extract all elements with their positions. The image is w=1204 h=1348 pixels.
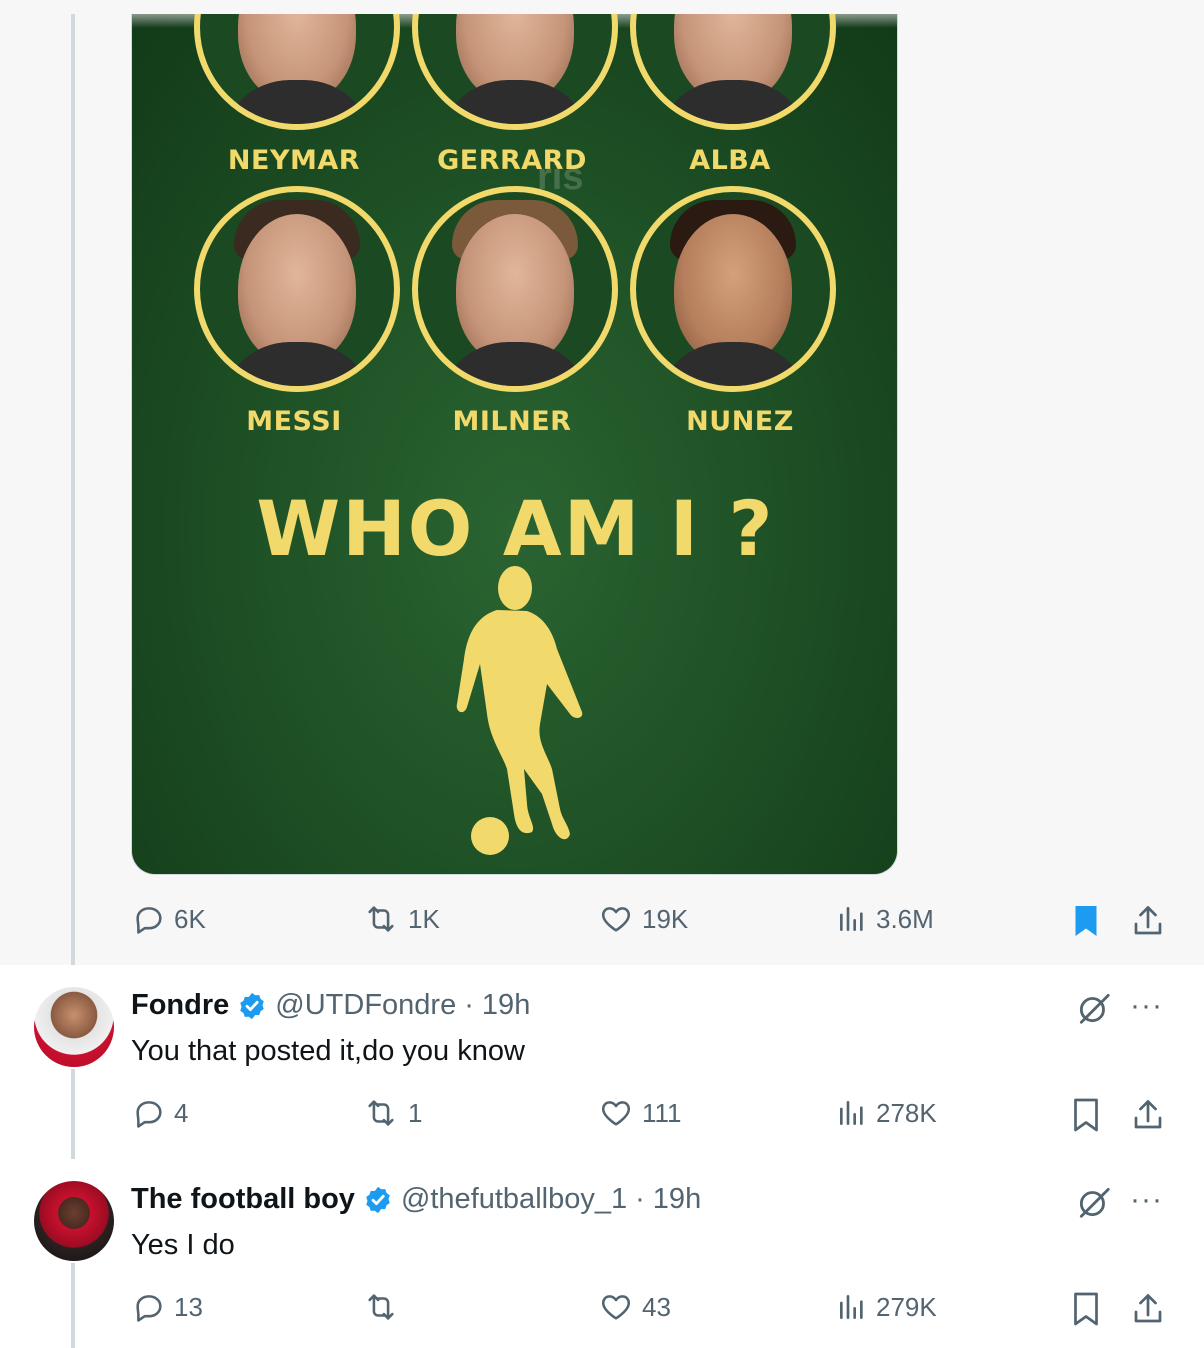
author-handle[interactable]: @UTDFondre: [275, 989, 456, 1022]
grok-icon[interactable]: [1075, 1183, 1113, 1221]
player-portrait: [412, 186, 618, 392]
player-name: NUNEZ: [686, 406, 794, 437]
like-button[interactable]: 111: [598, 1096, 682, 1130]
reply-count: 13: [174, 1291, 203, 1322]
reply-text: Yes I do: [131, 1229, 235, 1261]
share-icon[interactable]: [1130, 1291, 1166, 1327]
like-icon: [601, 907, 631, 932]
repost-icon: [368, 1294, 394, 1320]
repost-count: 1: [408, 1097, 423, 1128]
like-button[interactable]: 19K: [598, 902, 688, 936]
author-name[interactable]: Fondre: [131, 989, 229, 1022]
verified-icon: [366, 1186, 390, 1213]
player-portrait: [194, 186, 400, 392]
reply-button[interactable]: 4: [132, 1096, 188, 1130]
author-handle[interactable]: @thefutballboy_1: [401, 1183, 627, 1216]
reply-header: Fondre @UTDFondre · 19h: [131, 989, 530, 1022]
views-count: 3.6M: [876, 903, 934, 934]
reply-button[interactable]: 6K: [132, 902, 206, 936]
player-portrait: [194, 14, 400, 130]
reply-icon: [136, 1295, 162, 1322]
more-icon[interactable]: ···: [1130, 1183, 1163, 1217]
author-name[interactable]: The football boy: [131, 1183, 355, 1216]
repost-count: 1K: [408, 903, 440, 934]
like-count: 43: [642, 1291, 671, 1322]
views-icon: [840, 907, 863, 931]
reply-text: You that posted it,do you know: [131, 1035, 525, 1067]
like-count: 19K: [642, 903, 689, 934]
grok-icon[interactable]: [1075, 989, 1113, 1027]
post-image[interactable]: NEYMAR GERRARD ALBA ris MESSI MILNER NUN…: [131, 14, 898, 875]
share-icon[interactable]: [1130, 903, 1166, 939]
player-name: MESSI: [246, 406, 342, 437]
views-icon: [840, 1295, 863, 1319]
tweet-thread: NEYMAR GERRARD ALBA ris MESSI MILNER NUN…: [0, 0, 1204, 1348]
bookmark-icon[interactable]: [1070, 903, 1102, 939]
bookmark-icon[interactable]: [1070, 1291, 1102, 1327]
views-icon: [840, 1101, 863, 1125]
reply-icon: [136, 907, 162, 934]
avatar[interactable]: [34, 1181, 114, 1261]
thread-line: [71, 14, 75, 965]
reply-button[interactable]: 13: [132, 1290, 203, 1324]
reply-header: The football boy @thefutballboy_1 · 19h: [131, 1183, 701, 1216]
share-icon[interactable]: [1130, 1097, 1166, 1133]
player-name: GERRARD: [437, 145, 587, 176]
like-count: 111: [642, 1097, 682, 1128]
bookmark-icon[interactable]: [1070, 1097, 1102, 1133]
views-button[interactable]: 279K: [836, 1290, 937, 1324]
repost-button[interactable]: [362, 1290, 408, 1324]
verified-icon: [240, 992, 265, 1019]
who-am-i-headline: WHO AM I ?: [256, 484, 775, 573]
thread-line: [71, 1069, 75, 1159]
thread-line: [71, 1263, 75, 1348]
avatar[interactable]: [34, 987, 114, 1067]
repost-button[interactable]: 1K: [362, 902, 440, 936]
player-name: MILNER: [452, 406, 572, 437]
like-icon: [601, 1101, 631, 1126]
views-count: 279K: [876, 1291, 937, 1322]
timestamp[interactable]: · 19h: [464, 989, 530, 1022]
views-button[interactable]: 278K: [836, 1096, 937, 1130]
reply-count: 6K: [174, 903, 206, 934]
player-name: ALBA: [689, 145, 771, 176]
reply-count: 4: [174, 1097, 189, 1128]
player-portrait: [630, 186, 836, 392]
player-silhouette-icon: [456, 566, 583, 855]
timestamp[interactable]: · 19h: [635, 1183, 701, 1216]
reply-icon: [136, 1101, 162, 1128]
like-icon: [601, 1295, 631, 1320]
views-button[interactable]: 3.6M: [836, 902, 934, 936]
repost-icon: [368, 1100, 394, 1126]
views-count: 278K: [876, 1097, 937, 1128]
more-icon[interactable]: ···: [1130, 989, 1163, 1023]
reply-tweet[interactable]: The football boy @thefutballboy_1 · 19h …: [0, 1159, 1204, 1348]
repost-button[interactable]: 1: [362, 1096, 422, 1130]
like-button[interactable]: 43: [598, 1290, 671, 1324]
player-name: NEYMAR: [227, 145, 361, 176]
repost-icon: [368, 906, 394, 932]
player-portrait: [630, 14, 836, 130]
reply-tweet[interactable]: Fondre @UTDFondre · 19h You that posted …: [0, 965, 1204, 1159]
player-portrait: [412, 14, 618, 130]
